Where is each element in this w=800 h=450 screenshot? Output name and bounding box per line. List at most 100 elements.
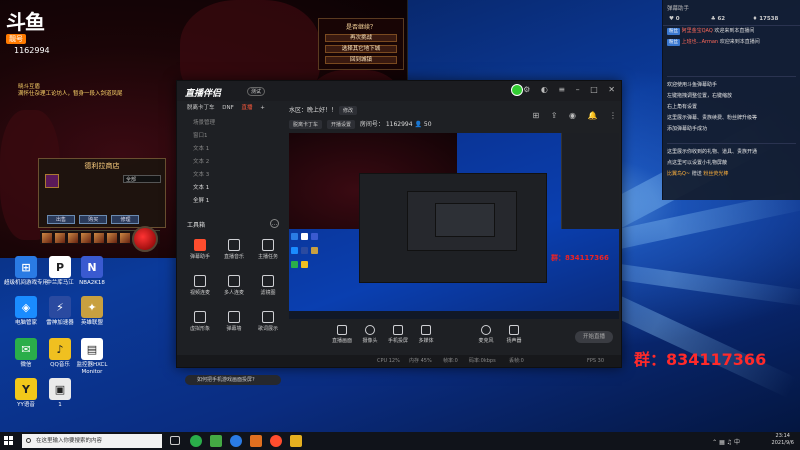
shop-repair-button[interactable]: 修理	[111, 215, 140, 224]
shop-sell-button[interactable]: 出售	[47, 215, 75, 224]
notification-icon[interactable]: 🔔	[587, 111, 597, 120]
toolbar-button[interactable]: 麦克风	[473, 325, 499, 344]
toolbox-item[interactable]: 滤镜图	[251, 275, 285, 296]
dialog-option-return-town[interactable]: 回到城镇	[325, 56, 397, 64]
skill-icon[interactable]	[68, 233, 78, 243]
dialog-title: 是否继续？	[345, 24, 376, 31]
toolbox-item[interactable]: 歌词展示	[251, 311, 285, 332]
toolbox-item[interactable]: 虚拟形象	[183, 311, 217, 332]
preview-desktop-icon	[291, 261, 298, 268]
minimize-icon[interactable]: –	[576, 85, 580, 94]
stream-settings-tag[interactable]: 开播设置	[326, 120, 355, 129]
volume-tray-icon[interactable]: ♫	[727, 439, 732, 446]
skin-icon[interactable]: ◐	[541, 85, 548, 94]
edge-taskbar-icon[interactable]	[230, 435, 242, 447]
toolbox-item[interactable]: 弹幕墙	[217, 311, 251, 332]
toolbox-item[interactable]: 主播任务	[251, 239, 285, 260]
toolbar-button[interactable]: 摄像头	[357, 325, 383, 344]
maximize-icon[interactable]: □	[590, 85, 598, 94]
toolbox-item[interactable]: 弹幕助手	[183, 239, 217, 260]
dialog-option-other-dungeon[interactable]: 选择其它地下城	[325, 45, 397, 53]
camera-icon[interactable]: ◉	[569, 111, 576, 120]
toolbox-more-icon[interactable]: …	[270, 219, 279, 228]
p-app-icon: P	[49, 256, 71, 278]
desktop-shortcut-label: 监控器HXCL Monitor	[76, 362, 108, 375]
tab-scene-dnf[interactable]: DNF	[222, 105, 234, 111]
toolbar-label: 麦克风	[478, 338, 494, 344]
more-icon[interactable]: ⋮	[609, 111, 617, 120]
settings-icon[interactable]: ⚙	[523, 85, 530, 94]
status-item: 帧率:0	[443, 358, 458, 364]
phone-mirror-icon	[393, 325, 403, 335]
add-scene-icon[interactable]: +	[260, 105, 265, 111]
skill-icon[interactable]	[42, 233, 52, 243]
network-tray-icon[interactable]: ▦	[719, 439, 725, 446]
source-item[interactable]: 场景管理	[181, 117, 283, 130]
close-icon[interactable]: ✕	[608, 85, 615, 94]
toolbox-item[interactable]: 直播音乐	[217, 239, 251, 260]
start-live-button[interactable]: 开始直播	[575, 331, 613, 343]
toolbar-button[interactable]: 多媒体	[413, 325, 439, 344]
preview-desktop-icon	[311, 247, 318, 254]
toolbox-item[interactable]: 视频连麦	[183, 275, 217, 296]
shop-filter[interactable]: 全部	[123, 175, 161, 183]
ime-tray-icon[interactable]: 中	[734, 439, 740, 446]
edit-title-button[interactable]: 修改	[338, 106, 357, 115]
danmu-assistant-panel: 弹幕助手 ♥ 0 ♣ 62 ♦ 17538 粉丝 阿里金宝QAQ 欢迎来到本直播…	[662, 0, 800, 200]
toolbar-button[interactable]: 扬声器	[501, 325, 527, 344]
desktop-shortcut[interactable]: ▤ 监控器HXCL Monitor	[70, 338, 114, 376]
image-icon: ▣	[49, 378, 71, 400]
dialog-option-retry[interactable]: 再次挑战	[325, 34, 397, 42]
desktop-shortcut[interactable]: ▣ 1	[38, 378, 82, 409]
gift-username[interactable]: 比翼鸟Q~	[667, 171, 690, 177]
tray-up-icon[interactable]: ⌃	[712, 439, 717, 446]
tab-scene-live[interactable]: 直播	[242, 105, 253, 111]
windows-start-icon[interactable]	[4, 436, 14, 446]
task-view-icon[interactable]	[170, 436, 180, 445]
chat-username[interactable]: 阿里金宝QAQ	[682, 28, 713, 34]
gift-icon[interactable]: ⊞	[532, 111, 539, 120]
room-label: 房间号：	[359, 121, 384, 128]
source-item[interactable]: 文本 1	[181, 143, 283, 156]
menu-icon[interactable]: ≡	[558, 85, 565, 94]
skill-icon[interactable]	[107, 233, 117, 243]
desktop-shortcut[interactable]: N NBA2K18	[70, 256, 114, 287]
desktop-shortcut[interactable]: ✦ 英雄联盟	[70, 296, 114, 327]
system-message: 点这里可以设置小礼物屏蔽	[667, 160, 728, 166]
tab-scene-1[interactable]: 脱离卡丁车	[187, 105, 215, 111]
toolbar-label: 直播画面	[331, 338, 352, 344]
stream-title: 水区：晚上好！！	[289, 107, 338, 114]
shop-buy-button[interactable]: 购买	[79, 215, 108, 224]
app-titlebar[interactable]: 直播伴侣 测试 ⚙ ◐ ≡ – □ ✕	[177, 81, 621, 101]
toolbar-button[interactable]: 直播画面	[329, 325, 355, 344]
yy-icon: Y	[15, 378, 37, 400]
source-item[interactable]: 全屏 1	[181, 195, 283, 208]
game-taskbar-icon[interactable]	[250, 435, 262, 447]
source-item[interactable]: 文本 2	[181, 156, 283, 169]
clock[interactable]: 23:14 2021/9/6	[772, 433, 794, 447]
share-icon[interactable]: ⇪	[551, 111, 558, 120]
folder-taskbar-icon[interactable]	[290, 435, 302, 447]
clock-date: 2021/9/6	[771, 440, 794, 446]
live-companion-taskbar-icon[interactable]	[270, 435, 282, 447]
taskbar-search-input[interactable]: 在这里输入你要搜索的内容	[22, 434, 162, 448]
source-item[interactable]: 窗口1	[181, 130, 283, 143]
stat-heat: ♥ 0	[669, 16, 680, 22]
source-item[interactable]: 文本 1	[181, 182, 283, 195]
skill-icon[interactable]	[55, 233, 65, 243]
screen-mirror-tip[interactable]: 如何把手机游戏画面投屏?	[185, 375, 281, 385]
tool-label: 滤镜图	[260, 290, 276, 296]
toolbar-button[interactable]: 手机投屏	[385, 325, 411, 344]
skill-icon[interactable]	[120, 233, 130, 243]
shop-item-slot[interactable]	[45, 174, 59, 188]
chat-username[interactable]: 上班也…Arman	[682, 39, 719, 45]
skill-icon[interactable]	[81, 233, 91, 243]
wechat-taskbar-icon[interactable]	[190, 435, 202, 447]
live-preview[interactable]: 群：834117366	[289, 133, 619, 319]
skill-icon[interactable]	[94, 233, 104, 243]
app-taskbar-icon[interactable]	[210, 435, 222, 447]
tool-icon	[262, 311, 274, 323]
category-tag[interactable]: 脱离卡丁车	[289, 120, 323, 129]
toolbox-item[interactable]: 多人连麦	[217, 275, 251, 296]
source-item[interactable]: 文本 3	[181, 169, 283, 182]
